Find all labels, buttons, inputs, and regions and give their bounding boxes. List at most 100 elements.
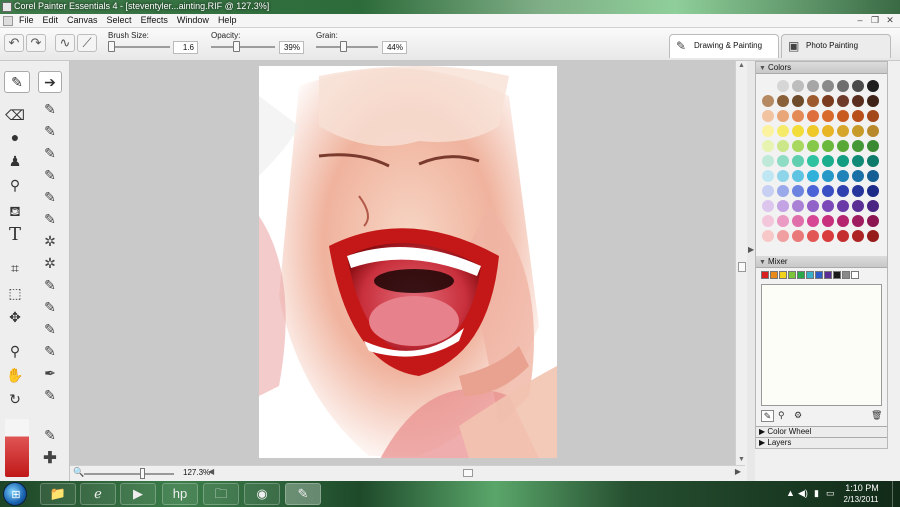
menu-effects[interactable]: Effects [141,15,168,25]
brush-selector-toggle[interactable]: ➔ [38,71,62,93]
add-brush-button[interactable]: ✚ [40,449,60,469]
color-swatch[interactable] [822,215,834,227]
color-swatch[interactable] [867,230,879,242]
main-color-well[interactable] [5,419,29,477]
brush-variant-7[interactable]: ✲ [40,231,60,251]
battery-icon[interactable]: ▭ [826,488,835,499]
color-swatch[interactable] [867,200,879,212]
taskbar-hp[interactable]: hp [162,483,198,505]
color-swatch[interactable] [807,155,819,167]
mixer-pad[interactable] [761,284,882,406]
menu-window[interactable]: Window [177,15,209,25]
color-swatch[interactable] [762,110,774,122]
text-tool[interactable]: T [5,225,25,245]
brush-tool[interactable]: ✎ [4,71,30,93]
color-swatch[interactable] [777,185,789,197]
color-swatch[interactable] [822,200,834,212]
layers-panel-header[interactable]: ▶ Layers [756,437,887,448]
color-wheel-panel-header[interactable]: ▶ Color Wheel [756,426,887,437]
color-swatch[interactable] [792,170,804,182]
brush-size-value[interactable]: 1.6 [173,41,198,54]
color-swatch[interactable] [867,155,879,167]
brush-variant-1[interactable]: ✎ [40,99,60,119]
color-swatch[interactable] [852,170,864,182]
color-swatch[interactable] [822,185,834,197]
panel-splitter[interactable]: ▶ [747,61,755,481]
color-swatch[interactable] [777,95,789,107]
color-swatch[interactable] [837,110,849,122]
menu-edit[interactable]: Edit [43,15,59,25]
color-swatch[interactable] [837,155,849,167]
show-desktop-button[interactable] [892,481,900,507]
brush-variant-9[interactable]: ✎ [40,275,60,295]
color-swatch[interactable] [777,200,789,212]
vertical-scroll-thumb[interactable] [738,262,746,272]
color-swatch[interactable] [867,185,879,197]
scroll-up-icon[interactable]: ▲ [738,62,745,69]
color-swatch[interactable] [807,140,819,152]
color-swatch[interactable] [777,125,789,137]
color-swatch[interactable] [777,110,789,122]
color-swatch[interactable] [807,80,819,92]
color-swatch[interactable] [807,215,819,227]
color-swatch[interactable] [867,110,879,122]
mixer-sample-icon[interactable]: ⚙ [794,410,802,421]
color-swatch[interactable] [807,170,819,182]
brush-variant-2[interactable]: ✎ [40,121,60,141]
taskbar-painter[interactable]: ✎ [285,483,321,505]
brush-variant-5[interactable]: ✎ [40,187,60,207]
color-swatch[interactable] [777,170,789,182]
color-swatch[interactable] [792,80,804,92]
mixer-color-chip[interactable] [824,271,832,279]
color-swatch[interactable] [762,230,774,242]
collapse-arrow-icon[interactable]: ▶ [748,245,754,254]
brush-variant-10[interactable]: ✎ [40,297,60,317]
color-swatch[interactable] [867,140,879,152]
straight-line-button[interactable]: ⟋ [77,34,97,52]
color-swatch[interactable] [762,215,774,227]
cloner-tool[interactable]: ♟ [5,151,25,171]
color-swatch[interactable] [762,170,774,182]
paint-bucket-tool[interactable]: ⛾ [5,201,25,221]
color-swatch[interactable] [762,80,774,92]
mixer-dropper-icon[interactable]: ⚲ [778,410,785,421]
clock-time[interactable]: 1:10 PM [840,483,884,493]
horizontal-scroll-thumb[interactable] [463,469,473,477]
color-swatch[interactable] [762,155,774,167]
color-swatch[interactable] [852,185,864,197]
color-swatch[interactable] [807,200,819,212]
menu-file[interactable]: File [19,15,34,25]
color-swatch[interactable] [822,80,834,92]
grain-value[interactable]: 44% [382,41,407,54]
color-swatch[interactable] [807,185,819,197]
mixer-color-chip[interactable] [779,271,787,279]
magnifier-tool[interactable]: ⚲ [5,341,25,361]
mixer-color-chip[interactable] [851,271,859,279]
scroll-right-icon[interactable]: ▶ [735,467,741,476]
color-swatch[interactable] [822,125,834,137]
color-swatch[interactable] [837,215,849,227]
vertical-scrollbar[interactable]: ▲ ▼ [735,61,747,465]
eraser-tool[interactable]: ⌫ [5,105,25,125]
taskbar-folder[interactable]: 🗀 [203,483,239,505]
mixer-color-chip[interactable] [761,271,769,279]
blender-tool[interactable]: ● [5,127,25,147]
brush-variant-11[interactable]: ✎ [40,319,60,339]
freehand-stroke-button[interactable]: ∿ [55,34,75,52]
clock-date[interactable]: 2/13/2011 [837,495,885,504]
zoom-slider-thumb[interactable] [140,468,145,479]
color-swatch[interactable] [762,200,774,212]
menu-canvas[interactable]: Canvas [67,15,98,25]
color-swatch[interactable] [807,110,819,122]
mixer-panel-header[interactable]: ▼ Mixer [756,256,887,268]
color-swatch[interactable] [867,215,879,227]
rotate-page-tool[interactable]: ↻ [5,389,25,409]
color-swatch[interactable] [852,155,864,167]
color-swatch[interactable] [867,170,879,182]
crop-tool[interactable]: ⌗ [5,258,25,278]
color-swatch[interactable] [852,125,864,137]
color-swatch[interactable] [792,230,804,242]
color-swatch[interactable] [852,200,864,212]
color-swatch[interactable] [792,155,804,167]
tab-photo-painting[interactable]: ▣ Photo Painting [781,34,891,58]
